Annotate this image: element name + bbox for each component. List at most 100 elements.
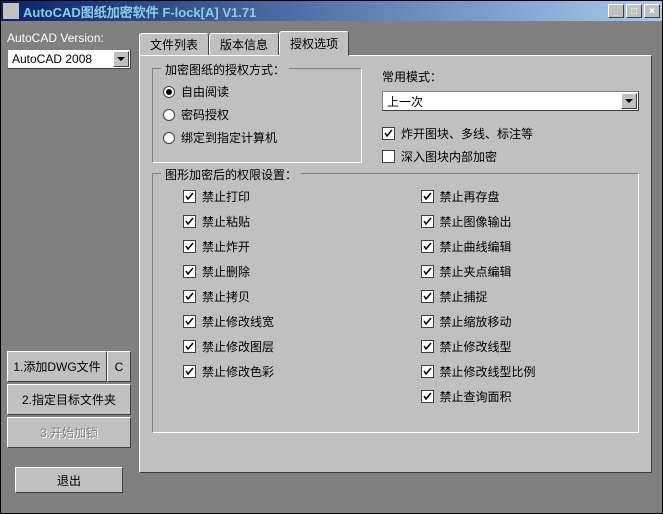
checkbox-icon xyxy=(183,265,196,278)
perm-checkbox[interactable]: 禁止缩放移动 xyxy=(421,313,629,330)
radio-free-read[interactable]: 自由阅读 xyxy=(163,83,351,100)
radio-bind-computer[interactable]: 绑定到指定计算机 xyxy=(163,129,351,146)
perm-checkbox[interactable]: 禁止粘贴 xyxy=(183,213,391,230)
radio-icon xyxy=(163,132,175,144)
mode-select[interactable]: 上一次 xyxy=(382,91,639,111)
app-icon xyxy=(3,3,19,19)
maximize-button[interactable]: □ xyxy=(626,4,642,18)
checkbox-label: 禁止曲线编辑 xyxy=(440,238,512,255)
radio-label: 自由阅读 xyxy=(181,83,229,100)
perm-checkbox[interactable]: 禁止炸开 xyxy=(183,238,391,255)
perms-col-right: 禁止再存盘禁止图像输出禁止曲线编辑禁止夹点编辑禁止捕捉禁止缩放移动禁止修改线型禁… xyxy=(421,188,629,413)
add-dwg-button[interactable]: 1.添加DWG文件 xyxy=(7,351,107,382)
checkbox-label: 深入图块内部加密 xyxy=(401,148,497,165)
perm-checkbox[interactable]: 禁止修改线型 xyxy=(421,338,629,355)
checkbox-icon xyxy=(421,390,434,403)
perm-checkbox[interactable]: 禁止修改图层 xyxy=(183,338,391,355)
checkbox-icon xyxy=(421,215,434,228)
version-value: AutoCAD 2008 xyxy=(12,52,92,66)
chevron-down-icon xyxy=(113,51,129,67)
checkbox-icon xyxy=(183,240,196,253)
start-lock-button[interactable]: 3.开始加锁 xyxy=(7,417,131,448)
checkbox-label: 禁止修改图层 xyxy=(202,338,274,355)
tab-auth-options[interactable]: 授权选项 xyxy=(279,31,349,56)
mode-panel: 常用模式： 上一次 炸开图块、多线、标注等 xyxy=(382,68,639,173)
radio-icon xyxy=(163,86,175,98)
checkbox-label: 禁止炸开 xyxy=(202,238,250,255)
left-buttons: 1.添加DWG文件 C 2.指定目标文件夹 3.开始加锁 xyxy=(7,351,131,450)
perm-checkbox[interactable]: 禁止捕捉 xyxy=(421,288,629,305)
checkbox-icon xyxy=(183,315,196,328)
auth-group-title: 加密图纸的授权方式： xyxy=(161,61,289,78)
left-panel: AutoCAD Version: AutoCAD 2008 xyxy=(7,31,131,69)
perm-checkbox[interactable]: 禁止拷贝 xyxy=(183,288,391,305)
minimize-button[interactable]: _ xyxy=(608,4,624,18)
radio-icon xyxy=(163,109,175,121)
checkbox-icon xyxy=(421,190,434,203)
perms-col-left: 禁止打印禁止粘贴禁止炸开禁止删除禁止拷贝禁止修改线宽禁止修改图层禁止修改色彩 xyxy=(183,188,391,413)
perm-checkbox[interactable]: 禁止夹点编辑 xyxy=(421,263,629,280)
tab-file-list[interactable]: 文件列表 xyxy=(139,33,209,55)
checkbox-explode[interactable]: 炸开图块、多线、标注等 xyxy=(382,125,639,142)
mode-label: 常用模式： xyxy=(382,68,639,85)
checkbox-deep-encrypt[interactable]: 深入图块内部加密 xyxy=(382,148,639,165)
mode-value: 上一次 xyxy=(387,93,423,110)
checkbox-icon xyxy=(421,365,434,378)
perm-checkbox[interactable]: 禁止打印 xyxy=(183,188,391,205)
checkbox-label: 禁止再存盘 xyxy=(440,188,500,205)
checkbox-icon xyxy=(421,240,434,253)
perm-checkbox[interactable]: 禁止修改线宽 xyxy=(183,313,391,330)
checkbox-label: 禁止修改线宽 xyxy=(202,313,274,330)
tab-area: 文件列表 版本信息 授权选项 加密图纸的授权方式： 自由阅读 密码授权 xyxy=(139,31,652,469)
checkbox-label: 禁止捕捉 xyxy=(440,288,488,305)
client-area: AutoCAD Version: AutoCAD 2008 1.添加DWG文件 … xyxy=(1,21,662,513)
checkbox-label: 禁止修改线型 xyxy=(440,338,512,355)
perm-checkbox[interactable]: 禁止再存盘 xyxy=(421,188,629,205)
perm-checkbox[interactable]: 禁止图像输出 xyxy=(421,213,629,230)
checkbox-label: 禁止粘贴 xyxy=(202,213,250,230)
checkbox-label: 禁止修改线型比例 xyxy=(440,363,536,380)
radio-label: 绑定到指定计算机 xyxy=(181,129,277,146)
checkbox-label: 禁止删除 xyxy=(202,263,250,280)
checkbox-icon xyxy=(421,315,434,328)
checkbox-icon xyxy=(183,290,196,303)
radio-password[interactable]: 密码授权 xyxy=(163,106,351,123)
autocad-version-select[interactable]: AutoCAD 2008 xyxy=(7,49,131,69)
perm-checkbox[interactable]: 禁止曲线编辑 xyxy=(421,238,629,255)
perms-group-title: 图形加密后的权限设置： xyxy=(161,166,301,183)
checkbox-label: 炸开图块、多线、标注等 xyxy=(401,125,533,142)
checkbox-icon xyxy=(183,365,196,378)
checkbox-icon xyxy=(183,340,196,353)
checkbox-icon xyxy=(382,127,395,140)
perm-checkbox[interactable]: 禁止修改色彩 xyxy=(183,363,391,380)
main-window: AutoCAD图纸加密软件 F-lock[A] V1.71 _ □ × Auto… xyxy=(0,0,663,514)
checkbox-icon xyxy=(421,340,434,353)
checkbox-icon xyxy=(382,150,395,163)
tab-version-info[interactable]: 版本信息 xyxy=(209,33,279,55)
target-folder-button[interactable]: 2.指定目标文件夹 xyxy=(7,384,131,415)
perm-checkbox[interactable]: 禁止删除 xyxy=(183,263,391,280)
window-title: AutoCAD图纸加密软件 F-lock[A] V1.71 xyxy=(23,2,608,21)
version-label: AutoCAD Version: xyxy=(7,31,131,45)
tab-content: 加密图纸的授权方式： 自由阅读 密码授权 绑定到指定计算机 xyxy=(139,55,652,473)
checkbox-label: 禁止打印 xyxy=(202,188,250,205)
checkbox-icon xyxy=(183,215,196,228)
checkbox-label: 禁止图像输出 xyxy=(440,213,512,230)
perm-checkbox[interactable]: 禁止修改线型比例 xyxy=(421,363,629,380)
clear-button[interactable]: C xyxy=(107,351,131,382)
close-button[interactable]: × xyxy=(644,4,660,18)
auth-groupbox: 加密图纸的授权方式： 自由阅读 密码授权 绑定到指定计算机 xyxy=(152,68,362,163)
titlebar[interactable]: AutoCAD图纸加密软件 F-lock[A] V1.71 _ □ × xyxy=(1,1,662,21)
chevron-down-icon xyxy=(621,93,637,109)
exit-button[interactable]: 退出 xyxy=(15,467,123,493)
tab-strip: 文件列表 版本信息 授权选项 xyxy=(139,31,652,55)
checkbox-label: 禁止缩放移动 xyxy=(440,313,512,330)
checkbox-icon xyxy=(421,265,434,278)
perm-checkbox[interactable]: 禁止查询面积 xyxy=(421,388,629,405)
checkbox-label: 禁止夹点编辑 xyxy=(440,263,512,280)
checkbox-icon xyxy=(183,190,196,203)
perms-groupbox: 图形加密后的权限设置： 禁止打印禁止粘贴禁止炸开禁止删除禁止拷贝禁止修改线宽禁止… xyxy=(152,173,639,433)
checkbox-label: 禁止修改色彩 xyxy=(202,363,274,380)
checkbox-label: 禁止拷贝 xyxy=(202,288,250,305)
checkbox-label: 禁止查询面积 xyxy=(440,388,512,405)
